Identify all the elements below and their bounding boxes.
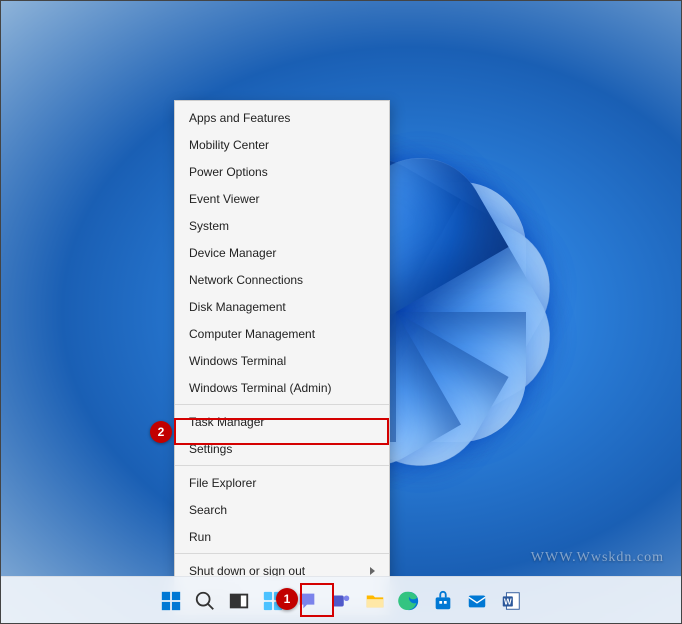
watermark-text: WWW.Wwskdn.com — [531, 550, 664, 566]
menu-item-event-viewer[interactable]: Event Viewer — [175, 185, 389, 212]
start-button[interactable] — [157, 587, 185, 615]
menu-separator — [175, 465, 389, 466]
menu-separator — [175, 553, 389, 554]
menu-item-windows-terminal[interactable]: Windows Terminal — [175, 347, 389, 374]
menu-item-apps-features[interactable]: Apps and Features — [175, 104, 389, 131]
svg-text:W: W — [504, 597, 512, 606]
mail-icon[interactable] — [463, 587, 491, 615]
menu-item-run[interactable]: Run — [175, 523, 389, 550]
menu-item-network-connections[interactable]: Network Connections — [175, 266, 389, 293]
search-icon[interactable] — [191, 587, 219, 615]
menu-item-device-manager[interactable]: Device Manager — [175, 239, 389, 266]
store-icon[interactable] — [429, 587, 457, 615]
menu-item-settings[interactable]: Settings — [175, 435, 389, 462]
start-context-menu: Apps and Features Mobility Center Power … — [174, 100, 390, 615]
menu-separator — [175, 404, 389, 405]
menu-item-task-manager[interactable]: Task Manager — [175, 408, 389, 435]
menu-item-disk-management[interactable]: Disk Management — [175, 293, 389, 320]
menu-item-power-options[interactable]: Power Options — [175, 158, 389, 185]
menu-item-search[interactable]: Search — [175, 496, 389, 523]
menu-item-system[interactable]: System — [175, 212, 389, 239]
chevron-right-icon — [370, 567, 375, 575]
callout-1: 1 — [276, 588, 298, 610]
menu-item-file-explorer[interactable]: File Explorer — [175, 469, 389, 496]
edge-icon[interactable] — [395, 587, 423, 615]
file-explorer-icon[interactable] — [361, 587, 389, 615]
callout-2: 2 — [150, 421, 172, 443]
menu-item-windows-terminal-admin[interactable]: Windows Terminal (Admin) — [175, 374, 389, 401]
taskbar: W — [0, 576, 682, 624]
menu-item-computer-management[interactable]: Computer Management — [175, 320, 389, 347]
desktop-background: Apps and Features Mobility Center Power … — [0, 0, 682, 624]
task-view-icon[interactable] — [225, 587, 253, 615]
word-icon[interactable]: W — [497, 587, 525, 615]
teams-icon[interactable] — [327, 587, 355, 615]
menu-item-mobility-center[interactable]: Mobility Center — [175, 131, 389, 158]
